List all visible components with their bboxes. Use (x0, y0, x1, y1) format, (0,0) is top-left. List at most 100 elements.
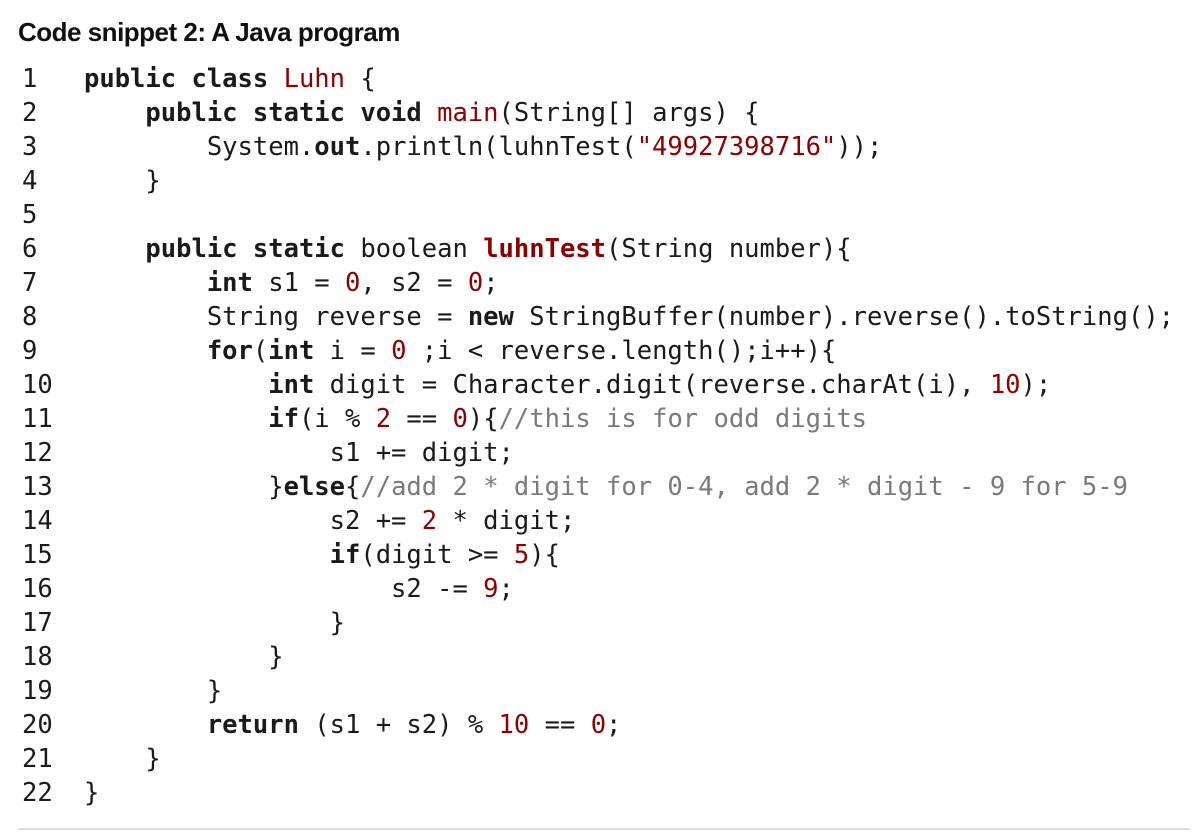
code-line: 12 s1 += digit; (0, 436, 1196, 470)
line-number: 2 (22, 98, 38, 128)
code-token-plain: s1 = (252, 268, 346, 298)
code-token-plain: { (345, 64, 376, 94)
code-line: 18 } (0, 640, 1196, 674)
code-token-plain: ){ (529, 540, 560, 570)
code-token-plain: } (84, 642, 284, 672)
line-number: 10 (22, 370, 53, 400)
code-token-number: 9 (483, 574, 499, 604)
code-token-plain: , s2 = (360, 268, 468, 298)
line-number: 12 (22, 438, 53, 468)
code-token-number: 2 (421, 506, 438, 536)
code-token-keyword: new (467, 302, 514, 332)
code-token-keyword: if (329, 540, 361, 570)
code-token-class: Luhn (283, 64, 346, 94)
code-token-plain: ; (606, 710, 622, 740)
line-number: 4 (22, 166, 38, 196)
code-token-plain: } (84, 472, 284, 502)
code-token-comment: //this is for odd digits (498, 404, 868, 434)
line-number: 14 (22, 506, 53, 536)
code-token-number: 0 (345, 268, 361, 298)
code-text: if(digit >= 5){ (84, 538, 560, 572)
code-text: public class Luhn { (84, 62, 376, 96)
line-number: 18 (22, 642, 53, 672)
code-text: s2 += 2 * digit; (84, 504, 576, 538)
code-token-plain: } (84, 676, 223, 706)
code-text: } (84, 776, 99, 810)
code-token-keyword: else (283, 472, 346, 502)
code-token-plain: System. (84, 132, 315, 162)
code-text: } (84, 742, 161, 776)
code-line: 16 s2 -= 9; (0, 572, 1196, 606)
code-token-plain: (i % (298, 404, 376, 434)
code-token-plain: { (345, 472, 361, 502)
code-token-plain: String reverse = (84, 302, 468, 332)
line-number: 8 (22, 302, 38, 332)
code-token-string: "49927398716" (636, 132, 837, 162)
code-line: 8 String reverse = new StringBuffer(numb… (0, 300, 1196, 334)
code-line: 20 return (s1 + s2) % 10 == 0; (0, 708, 1196, 742)
code-line: 3 System.out.println(luhnTest("499273987… (0, 130, 1196, 164)
line-number: 20 (22, 710, 53, 740)
code-token-plain: .println(luhnTest( (360, 132, 637, 162)
code-line: 7 int s1 = 0, s2 = 0; (0, 266, 1196, 300)
code-token-keyword: int (206, 268, 253, 298)
code-line: 6 public static boolean luhnTest(String … (0, 232, 1196, 266)
code-line: 2 public static void main(String[] args)… (0, 96, 1196, 130)
code-token-field: out (314, 132, 361, 162)
code-line: 22} (0, 776, 1196, 810)
line-number: 17 (22, 608, 53, 638)
code-line: 9 for(int i = 0 ;i < reverse.length();i+… (0, 334, 1196, 368)
code-line: 14 s2 += 2 * digit; (0, 504, 1196, 538)
line-number: 1 (22, 64, 38, 94)
code-token-plain: (s1 + s2) % (298, 710, 499, 740)
code-text: if(i % 2 == 0){//this is for odd digits (84, 402, 867, 436)
code-token-plain: digit = Character.digit(reverse.charAt(i… (314, 370, 990, 400)
code-token-number: 0 (467, 268, 484, 298)
code-text: for(int i = 0 ;i < reverse.length();i++)… (84, 334, 836, 368)
code-token-plain: == (529, 710, 591, 740)
code-text: s2 -= 9; (84, 572, 514, 606)
line-number: 21 (22, 744, 53, 774)
code-token-plain: StringBuffer(number).reverse().toString(… (513, 302, 1175, 332)
code-token-plain: i = (314, 336, 392, 366)
code-token-plain: s2 -= (84, 574, 484, 604)
line-number: 16 (22, 574, 53, 604)
code-token-plain: boolean (360, 234, 484, 264)
code-token-plain: } (84, 166, 161, 196)
code-token-keyword: return (206, 710, 299, 740)
code-token-plain: * digit; (437, 506, 576, 536)
code-token-number: 2 (375, 404, 392, 434)
code-line: 17 } (0, 606, 1196, 640)
line-number: 6 (22, 234, 38, 264)
code-token-plain: } (84, 778, 100, 808)
code-text: return (s1 + s2) % 10 == 0; (84, 708, 622, 742)
code-line: 4 } (0, 164, 1196, 198)
code-token-plain: } (84, 744, 161, 774)
code-text: } (84, 606, 345, 640)
line-number: 11 (22, 404, 53, 434)
line-number: 15 (22, 540, 53, 570)
code-token-plain: (String number){ (606, 234, 852, 264)
code-line: 5 (0, 198, 1196, 232)
code-block: 1 public class Luhn {2 public static void… (0, 62, 1196, 810)
code-token-plain: ( (252, 336, 269, 366)
code-text: } (84, 674, 222, 708)
code-token-keyword: int (268, 370, 315, 400)
code-token-plain: (String[] args) { (498, 98, 760, 128)
code-token-keyword: public class (84, 64, 284, 94)
code-token-comment: //add 2 * digit for 0-4, add 2 * digit -… (360, 472, 1128, 502)
code-text: System.out.println(luhnTest("49927398716… (84, 130, 883, 164)
code-token-keyword: if (268, 404, 299, 434)
line-number: 19 (22, 676, 53, 706)
code-token-plain: )); (836, 132, 883, 162)
code-line: 21 } (0, 742, 1196, 776)
snippet-title: Code snippet 2: A Java program (18, 17, 400, 47)
code-token-plain: (digit >= (360, 540, 514, 570)
code-text: public static void main(String[] args) { (84, 96, 760, 130)
line-number: 5 (22, 200, 38, 230)
